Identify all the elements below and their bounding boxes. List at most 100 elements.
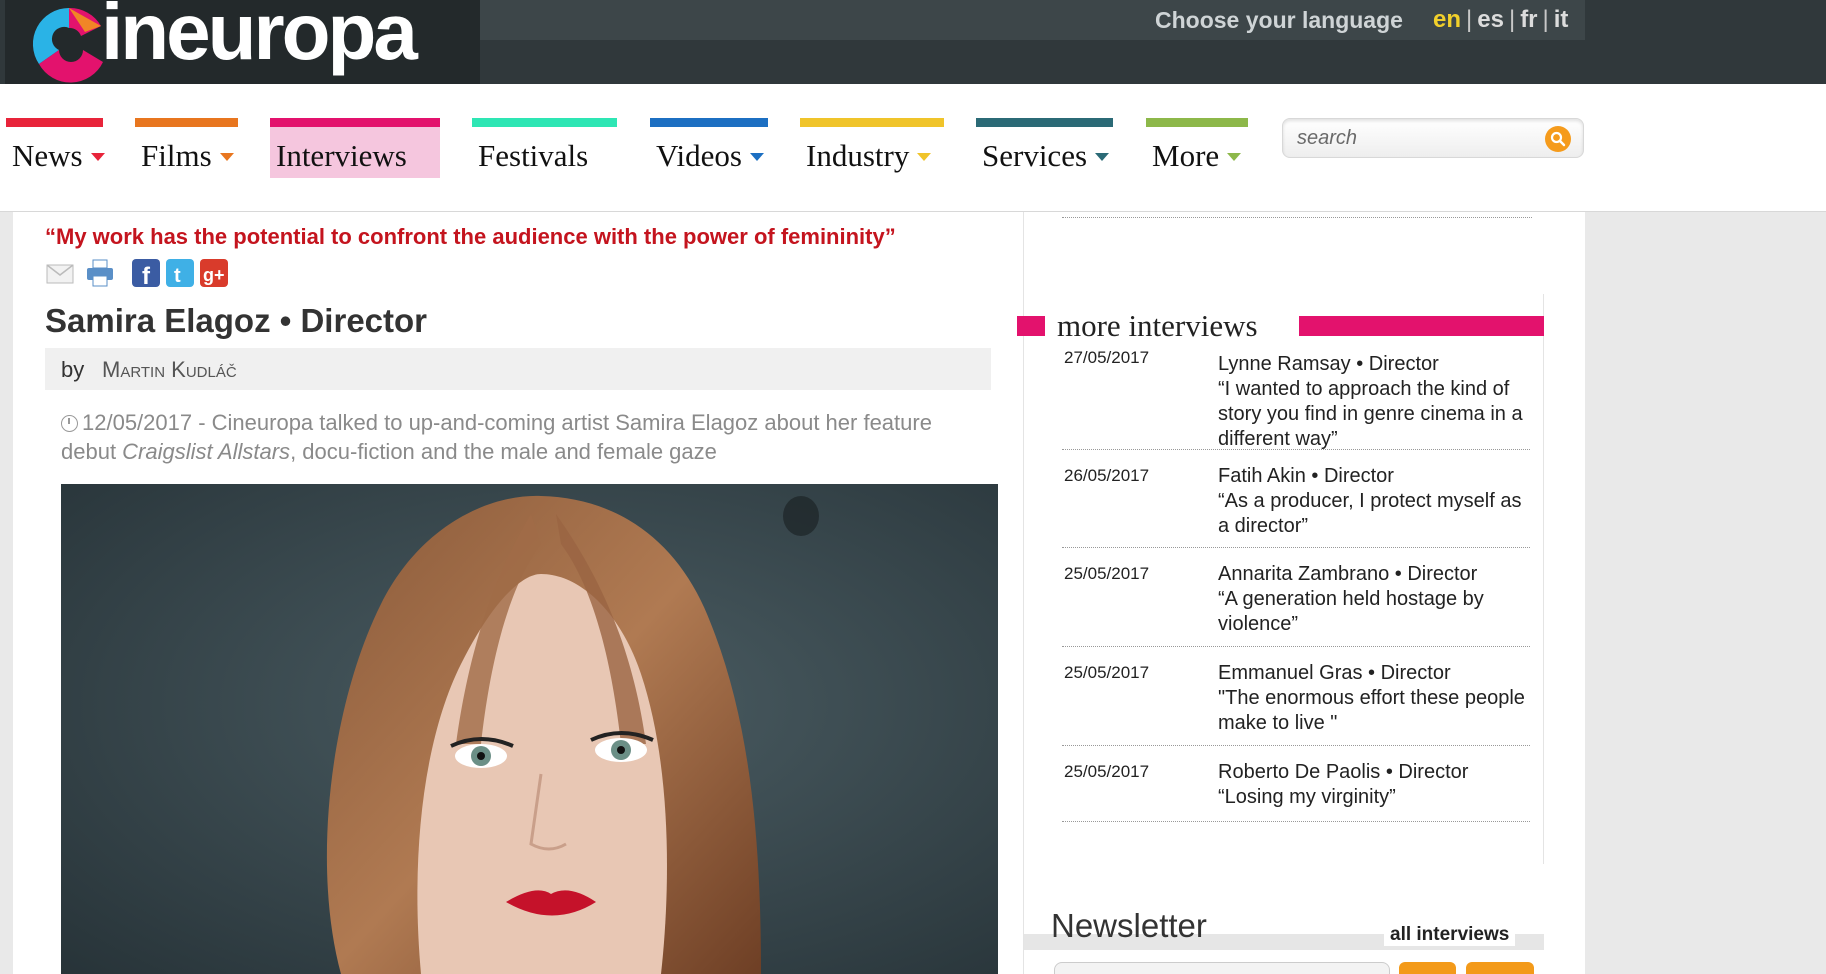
nav-color-bar [270,118,440,127]
interview-name: Annarita Zambrano • Director [1218,563,1478,585]
all-interviews-link[interactable]: all interviews [1384,924,1516,946]
logo-c-icon [32,7,103,83]
nav-festivals[interactable]: Festivals [472,118,617,178]
twitter-icon[interactable]: t [165,258,195,288]
list-item[interactable]: 25/05/2017 Annarita Zambrano • Director “… [1062,548,1530,647]
chevron-down-icon [917,152,932,161]
portrait-image [61,484,998,974]
search-input[interactable] [1297,125,1537,151]
more-interviews-title: more interviews [1057,308,1258,343]
nav-color-bar [800,118,944,127]
clock-icon [61,415,78,432]
chevron-down-icon [1095,152,1110,161]
search-button[interactable] [1545,126,1571,152]
interview-quote: “I wanted to approach the kind of story … [1218,378,1523,450]
lang-it[interactable]: it [1554,6,1569,34]
nav-festivals-label: Festivals [478,138,588,174]
lang-fr[interactable]: fr [1520,6,1537,34]
nav-label-text: Industry [806,138,910,173]
article-tagline: “My work has the potential to confront t… [45,224,896,249]
list-item[interactable]: 25/05/2017 Emmanuel Gras • Director "The … [1062,647,1530,746]
chevron-down-icon [749,152,764,161]
lang-es[interactable]: es [1477,6,1504,34]
article: “My work has the potential to confront t… [13,212,1023,974]
film-title: Craigslist Allstars [122,439,291,464]
nav-color-bar [976,118,1113,127]
interview-name: Emmanuel Gras • Director [1218,662,1451,684]
byline: by Martin Kudláč [45,348,991,390]
newsletter-button[interactable] [1466,962,1534,974]
main-nav: News Films Interviews Festivals Videos I… [0,84,1826,212]
interview-name: Lynne Ramsay • Director [1218,353,1439,375]
more-interviews-header: more interviews [1017,308,1544,343]
nav-label-text: Services [982,138,1088,173]
summary-text-end: , docu-fiction and the male and female g… [290,439,717,464]
language-switcher: en | es | fr | it [1433,6,1568,34]
interview-name: Fatih Akin • Director [1218,465,1394,487]
language-label: Choose your language [1155,7,1403,33]
search-icon [1550,131,1566,147]
list-item[interactable]: 25/05/2017 Roberto De Paolis • Director “… [1062,746,1530,822]
list-item[interactable]: 27/05/2017 Lynne Ramsay • Director “I wan… [1062,346,1530,450]
svg-text:f: f [142,263,151,288]
nav-services[interactable]: Services [976,118,1113,178]
nav-label-text: Interviews [276,138,407,173]
nav-color-bar [472,118,617,127]
newsletter-email-field[interactable] [1054,962,1390,974]
nav-more[interactable]: More [1146,118,1248,178]
nav-services-label: Services [982,138,1110,174]
interview-quote: "The enormous effort these people make t… [1218,687,1525,734]
google-plus-icon[interactable]: g+ [199,258,229,288]
list-item[interactable]: 26/05/2017 Fatih Akin • Director “As a pr… [1062,450,1530,548]
interview-list: 27/05/2017 Lynne Ramsay • Director “I wan… [1062,346,1530,822]
accent-bar [1017,316,1045,336]
nav-label-text: Films [141,138,212,173]
svg-text:t: t [174,265,181,287]
logo-text: ineuropa [101,0,418,76]
nav-news[interactable]: News [6,118,105,178]
chevron-down-icon [219,152,234,161]
interview-date: 25/05/2017 [1064,564,1150,583]
top-bar: ineuropa Choose your language en | es | fr | i… [0,0,1826,84]
article-title: Samira Elagoz • Director [45,302,428,339]
chevron-down-icon [90,152,105,161]
nav-industry-label: Industry [806,138,932,174]
nav-news-label: News [12,138,105,174]
nav-interviews[interactable]: Interviews [270,118,440,178]
newsletter-button[interactable] [1399,962,1456,974]
interview-date: 25/05/2017 [1064,663,1150,682]
email-icon[interactable] [45,258,75,288]
chevron-down-icon [1227,152,1242,161]
nav-label-text: News [12,138,83,173]
lang-separator: | [1508,6,1516,33]
nav-films[interactable]: Films [135,118,238,178]
lang-en[interactable]: en [1433,6,1461,34]
nav-videos[interactable]: Videos [650,118,768,178]
logo[interactable]: ineuropa [5,0,480,84]
nav-label-text: Festivals [478,138,589,173]
divider [1062,217,1532,218]
author-link[interactable]: Martin Kudláč [102,357,237,383]
interview-date: 27/05/2017 [1064,348,1150,367]
interview-date: 26/05/2017 [1064,466,1150,485]
interview-name: Roberto De Paolis • Director [1218,761,1469,783]
nav-label-text: More [1152,138,1220,173]
nav-color-bar [1146,118,1248,127]
nav-more-label: More [1152,138,1242,174]
nav-industry[interactable]: Industry [800,118,944,178]
interview-date: 25/05/2017 [1064,762,1150,781]
print-icon[interactable] [85,258,115,288]
byline-label: by [61,357,85,382]
interview-quote: “A generation held hostage by violence” [1218,588,1484,635]
facebook-icon[interactable]: f [131,258,161,288]
nav-color-bar [650,118,768,127]
nav-color-bar [6,118,103,127]
nav-videos-label: Videos [656,138,764,174]
article-photo [61,484,998,974]
nav-label-text: Videos [656,138,742,173]
accent-bar [1299,316,1544,336]
sidebar: more interviews 27/05/2017 Lynne Ramsay … [1017,212,1585,974]
nav-films-label: Films [141,138,234,174]
nav-interviews-label: Interviews [276,138,407,174]
newsletter-title: Newsletter [1051,907,1207,944]
